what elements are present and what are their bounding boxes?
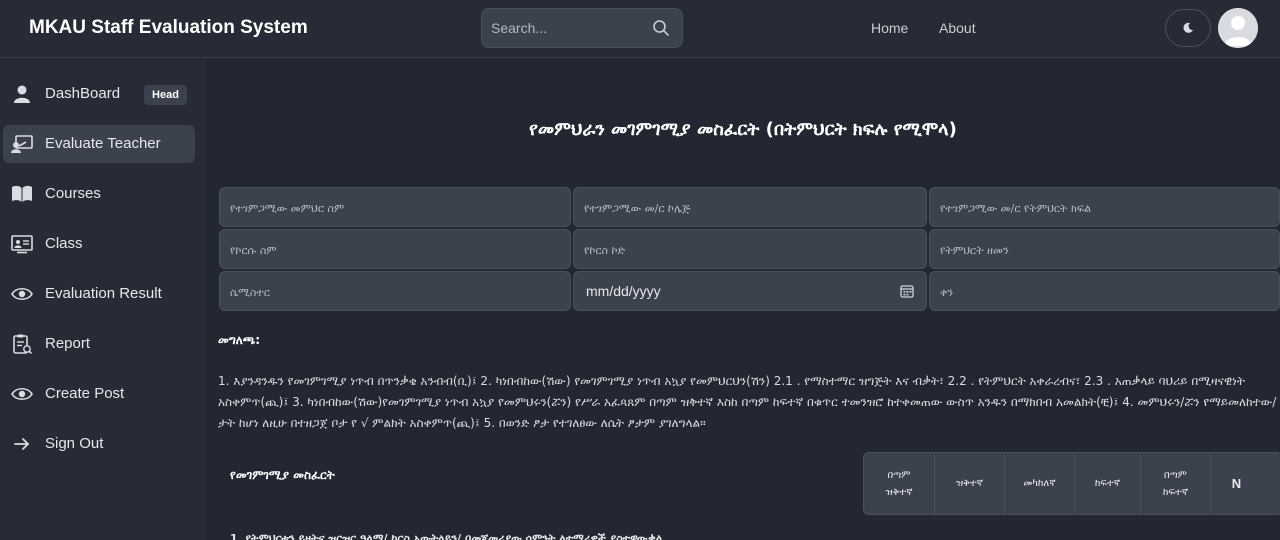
classroom-icon	[11, 235, 33, 254]
sidebar-item-label: Report	[45, 335, 91, 352]
eye-icon	[11, 287, 33, 301]
academic-year-field	[929, 229, 1280, 269]
question-1-text: 1. የትምህርቱን ይዘትና ዝርዝር ዓላማ/ ኮርስ አውትላይን/ በመ…	[230, 532, 663, 540]
scale-high: ከፍተኛ	[1075, 453, 1141, 514]
nav-about-link[interactable]: About	[939, 20, 976, 36]
course-name-input[interactable]	[230, 240, 560, 260]
avatar-silhouette-icon	[1218, 8, 1258, 48]
sidebar-item-label: Class	[45, 235, 83, 252]
sidebar-item-label: Courses	[45, 185, 101, 202]
day-input[interactable]	[940, 282, 1269, 302]
sidebar-item-class[interactable]: Class	[3, 225, 195, 263]
moon-icon	[1183, 22, 1193, 33]
search-icon[interactable]	[652, 19, 670, 37]
instructions-text: 1. እያንዳንዱን የመገምገሚያ ነጥብ በጥንቃቄ አንብብ(ቢ)፤ 2.…	[218, 374, 1277, 430]
sidebar-item-sign-out[interactable]: Sign Out	[3, 425, 195, 463]
book-icon	[12, 185, 32, 202]
scale-very-high: በጣም ከፍተኛ	[1141, 453, 1211, 514]
semester-field	[219, 271, 571, 311]
teacher-name-field	[219, 187, 571, 227]
date-field[interactable]: mm/dd/yyyy	[573, 271, 927, 311]
sidebar-item-report[interactable]: Report	[3, 325, 195, 363]
scale-low: ዝቅተኛ	[935, 453, 1005, 514]
role-badge: Head	[144, 85, 187, 105]
user-icon	[14, 85, 30, 103]
search-box	[481, 8, 683, 48]
theme-toggle-button[interactable]	[1165, 9, 1211, 47]
sidebar-item-evaluate-teacher[interactable]: Evaluate Teacher	[3, 125, 195, 163]
day-field	[929, 271, 1280, 311]
eye-icon	[11, 387, 33, 401]
teacher-board-icon	[11, 135, 33, 153]
sidebar-item-label: Create Post	[45, 385, 125, 402]
arrow-right-icon	[14, 438, 29, 450]
teacher-college-field	[573, 187, 927, 227]
user-avatar[interactable]	[1218, 8, 1258, 48]
app-brand[interactable]: MKAU Staff Evaluation System	[29, 17, 308, 39]
sidebar: DashBoard Head Evaluate Teacher Courses …	[0, 59, 206, 540]
main-content: የመምህራን መገምገሚያ መስፈርት (በትምህርት ክፍሉ የሚሞላ) mm…	[206, 59, 1280, 540]
teacher-college-input[interactable]	[584, 198, 916, 218]
sidebar-item-create-post[interactable]: Create Post	[3, 375, 195, 413]
teacher-department-field	[929, 187, 1280, 227]
academic-year-input[interactable]	[940, 240, 1269, 260]
page-title: የመምህራን መገምገሚያ መስፈርት (በትምህርት ክፍሉ የሚሞላ)	[529, 119, 957, 140]
rating-scale-header: በጣም ዝቅተኛ ዝቅተኛ መካከለኛ ከፍተኛ በጣም ከፍተኛ N	[863, 452, 1280, 515]
date-input-value: mm/dd/yyyy	[586, 283, 661, 299]
top-navbar: MKAU Staff Evaluation System Home About	[0, 0, 1280, 58]
scale-very-low: በጣም ዝቅተኛ	[864, 453, 935, 514]
criteria-header: የመገምገሚያ መስፈርት	[230, 468, 335, 482]
semester-input[interactable]	[230, 282, 560, 302]
nav-home-link[interactable]: Home	[871, 20, 908, 36]
scale-medium: መካከለኛ	[1005, 453, 1075, 514]
sidebar-item-label: Evaluation Result	[45, 285, 162, 302]
report-icon	[13, 334, 33, 354]
search-input[interactable]	[491, 18, 651, 38]
sidebar-item-label: Evaluate Teacher	[45, 135, 161, 152]
sidebar-item-label: Sign Out	[45, 435, 104, 452]
course-code-input[interactable]	[584, 240, 916, 260]
sidebar-item-evaluation-result[interactable]: Evaluation Result	[3, 275, 195, 313]
course-code-field	[573, 229, 927, 269]
instructions-title: መግለጫ:	[218, 333, 260, 347]
scale-not-applicable: N	[1231, 476, 1242, 491]
teacher-department-input[interactable]	[940, 198, 1269, 218]
calendar-icon[interactable]	[900, 284, 914, 298]
course-name-field	[219, 229, 571, 269]
sidebar-item-courses[interactable]: Courses	[3, 175, 195, 213]
teacher-name-input[interactable]	[230, 198, 560, 218]
sidebar-item-label: DashBoard	[45, 85, 121, 102]
